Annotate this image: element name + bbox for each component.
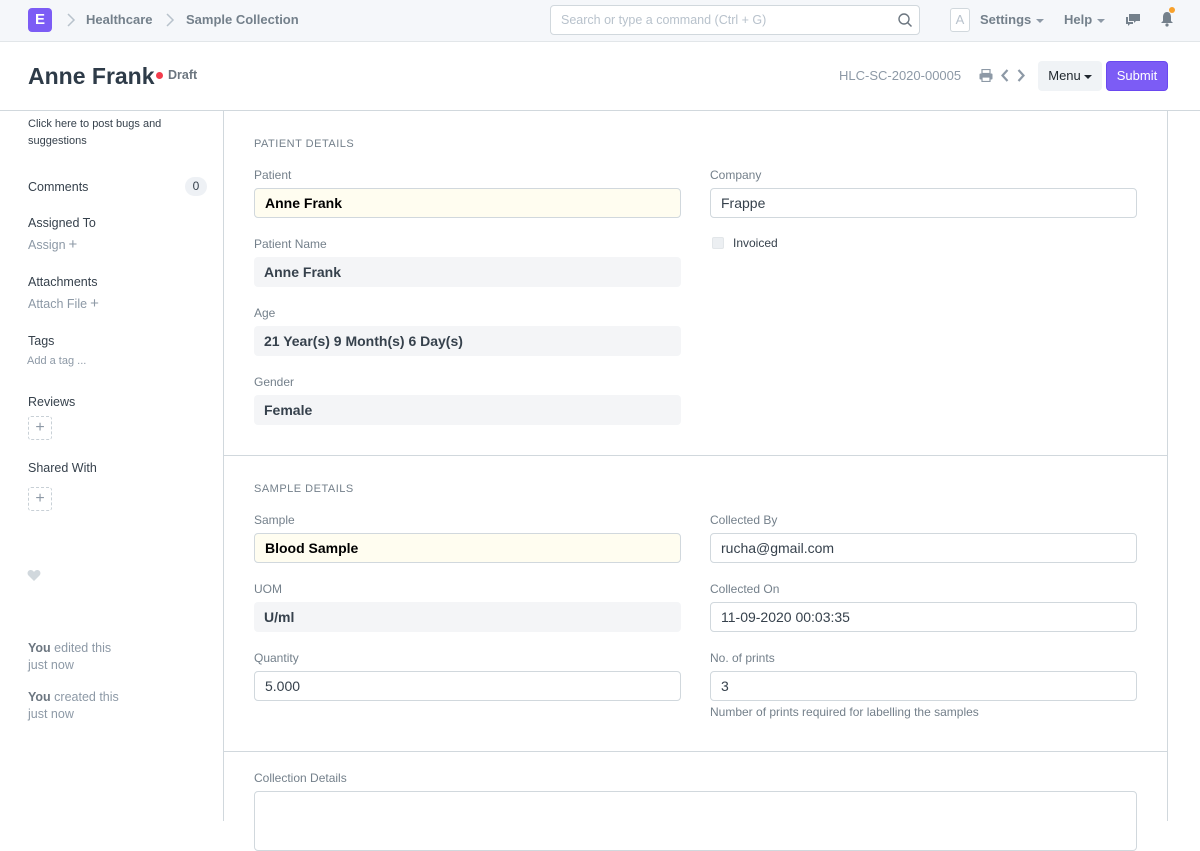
- collection-details-textarea[interactable]: [254, 791, 1137, 851]
- gender-label: Gender: [254, 375, 295, 389]
- breadcrumb-sample-collection[interactable]: Sample Collection: [186, 12, 299, 28]
- status-badge: Draft: [168, 68, 198, 82]
- notification-dot: [1169, 7, 1175, 13]
- plus-icon: +: [35, 419, 45, 436]
- company-field[interactable]: Frappe: [710, 188, 1137, 218]
- comments-label[interactable]: Comments: [28, 179, 88, 195]
- comments-count-badge: 0: [185, 177, 207, 196]
- print-icon[interactable]: [979, 68, 993, 83]
- tags-label: Tags: [28, 334, 55, 348]
- attach-file-label: Attach File: [28, 297, 88, 311]
- avatar[interactable]: A: [950, 8, 970, 32]
- age-label: Age: [254, 306, 276, 320]
- shared-with-label: Shared With: [28, 461, 97, 475]
- reviews-label: Reviews: [28, 395, 76, 409]
- uom-field: U/ml: [254, 602, 681, 632]
- next-document-icon[interactable]: [1016, 68, 1026, 83]
- section-divider: [224, 455, 1168, 456]
- navbar: E Healthcare Sample Collection A Setting…: [0, 0, 1200, 42]
- no-of-prints-label: No. of prints: [710, 651, 775, 665]
- assign-label: Assign: [28, 238, 66, 252]
- activity-actor: You: [28, 641, 51, 655]
- collection-details-label: Collection Details: [254, 771, 347, 785]
- breadcrumb-healthcare[interactable]: Healthcare: [86, 12, 152, 28]
- chevron-right-icon: [64, 12, 78, 28]
- heart-icon[interactable]: [27, 569, 41, 582]
- uom-label: UOM: [254, 582, 282, 596]
- company-label: Company: [710, 168, 762, 182]
- add-review-button[interactable]: +: [28, 416, 52, 440]
- activity-time: just now: [28, 707, 74, 721]
- collected-by-label: Collected By: [710, 513, 778, 527]
- attach-file-button[interactable]: Attach File +: [28, 296, 99, 312]
- chat-icon[interactable]: [1125, 12, 1141, 28]
- plus-icon: +: [35, 490, 45, 507]
- activity-action: created this: [54, 690, 119, 704]
- activity-item: You created this just now: [28, 689, 178, 723]
- caret-down-icon: [1036, 18, 1045, 23]
- sample-label: Sample: [254, 513, 295, 527]
- plus-icon: +: [90, 295, 99, 312]
- quantity-field[interactable]: 5.000: [254, 671, 681, 701]
- assigned-to-label: Assigned To: [28, 216, 96, 230]
- form-sidebar: Click here to post bugs and suggestions …: [0, 111, 224, 821]
- assign-button[interactable]: Assign +: [28, 237, 77, 253]
- sample-field[interactable]: Blood Sample: [254, 533, 681, 563]
- caret-down-icon: [1083, 74, 1092, 79]
- status-indicator-dot: [156, 72, 163, 79]
- no-of-prints-help-text: Number of prints required for labelling …: [710, 705, 979, 719]
- page-title: Anne Frank: [28, 63, 155, 89]
- patient-name-label: Patient Name: [254, 237, 327, 251]
- quantity-label: Quantity: [254, 651, 299, 665]
- section-divider: [224, 751, 1168, 752]
- add-tag-input[interactable]: Add a tag ...: [27, 354, 86, 368]
- age-field: 21 Year(s) 9 Month(s) 6 Day(s): [254, 326, 681, 356]
- document-id: HLC-SC-2020-00005: [839, 68, 962, 83]
- app-logo[interactable]: E: [28, 8, 52, 32]
- patient-name-field: Anne Frank: [254, 257, 681, 287]
- search-input[interactable]: [551, 6, 881, 34]
- settings-dropdown[interactable]: Settings: [980, 12, 1045, 28]
- report-bug-link[interactable]: Click here to post bugs and suggestions: [28, 116, 188, 150]
- activity-item: You edited this just now: [28, 640, 178, 674]
- settings-label: Settings: [980, 12, 1032, 27]
- menu-label: Menu: [1048, 68, 1081, 83]
- activity-action: edited this: [54, 641, 112, 655]
- bell-icon[interactable]: [1160, 11, 1174, 27]
- menu-button[interactable]: Menu: [1038, 61, 1102, 91]
- no-of-prints-field[interactable]: 3: [710, 671, 1137, 701]
- help-label: Help: [1064, 12, 1093, 27]
- activity-actor: You: [28, 690, 51, 704]
- collected-by-field[interactable]: rucha@gmail.com: [710, 533, 1137, 563]
- caret-down-icon: [1097, 18, 1106, 23]
- collected-on-field[interactable]: 11-09-2020 00:03:35: [710, 602, 1137, 632]
- add-share-button[interactable]: +: [28, 487, 52, 511]
- search-icon[interactable]: [897, 12, 913, 28]
- previous-document-icon[interactable]: [1000, 68, 1010, 83]
- submit-button[interactable]: Submit: [1106, 61, 1168, 91]
- gender-field: Female: [254, 395, 681, 425]
- help-dropdown[interactable]: Help: [1064, 12, 1106, 28]
- patient-label: Patient: [254, 168, 292, 182]
- section-heading-patient-details: PATIENT DETAILS: [254, 138, 355, 150]
- plus-icon: +: [68, 236, 78, 253]
- activity-time: just now: [28, 658, 74, 672]
- form-main: PATIENT DETAILS Patient Anne Frank Patie…: [224, 111, 1168, 851]
- patient-field[interactable]: Anne Frank: [254, 188, 681, 218]
- attachments-label: Attachments: [28, 275, 98, 289]
- invoiced-label[interactable]: Invoiced: [733, 236, 778, 251]
- search-bar: [550, 5, 920, 35]
- collected-on-label: Collected On: [710, 582, 780, 596]
- invoiced-checkbox[interactable]: [712, 237, 724, 249]
- section-heading-sample-details: SAMPLE DETAILS: [254, 483, 354, 495]
- chevron-right-icon: [163, 12, 177, 28]
